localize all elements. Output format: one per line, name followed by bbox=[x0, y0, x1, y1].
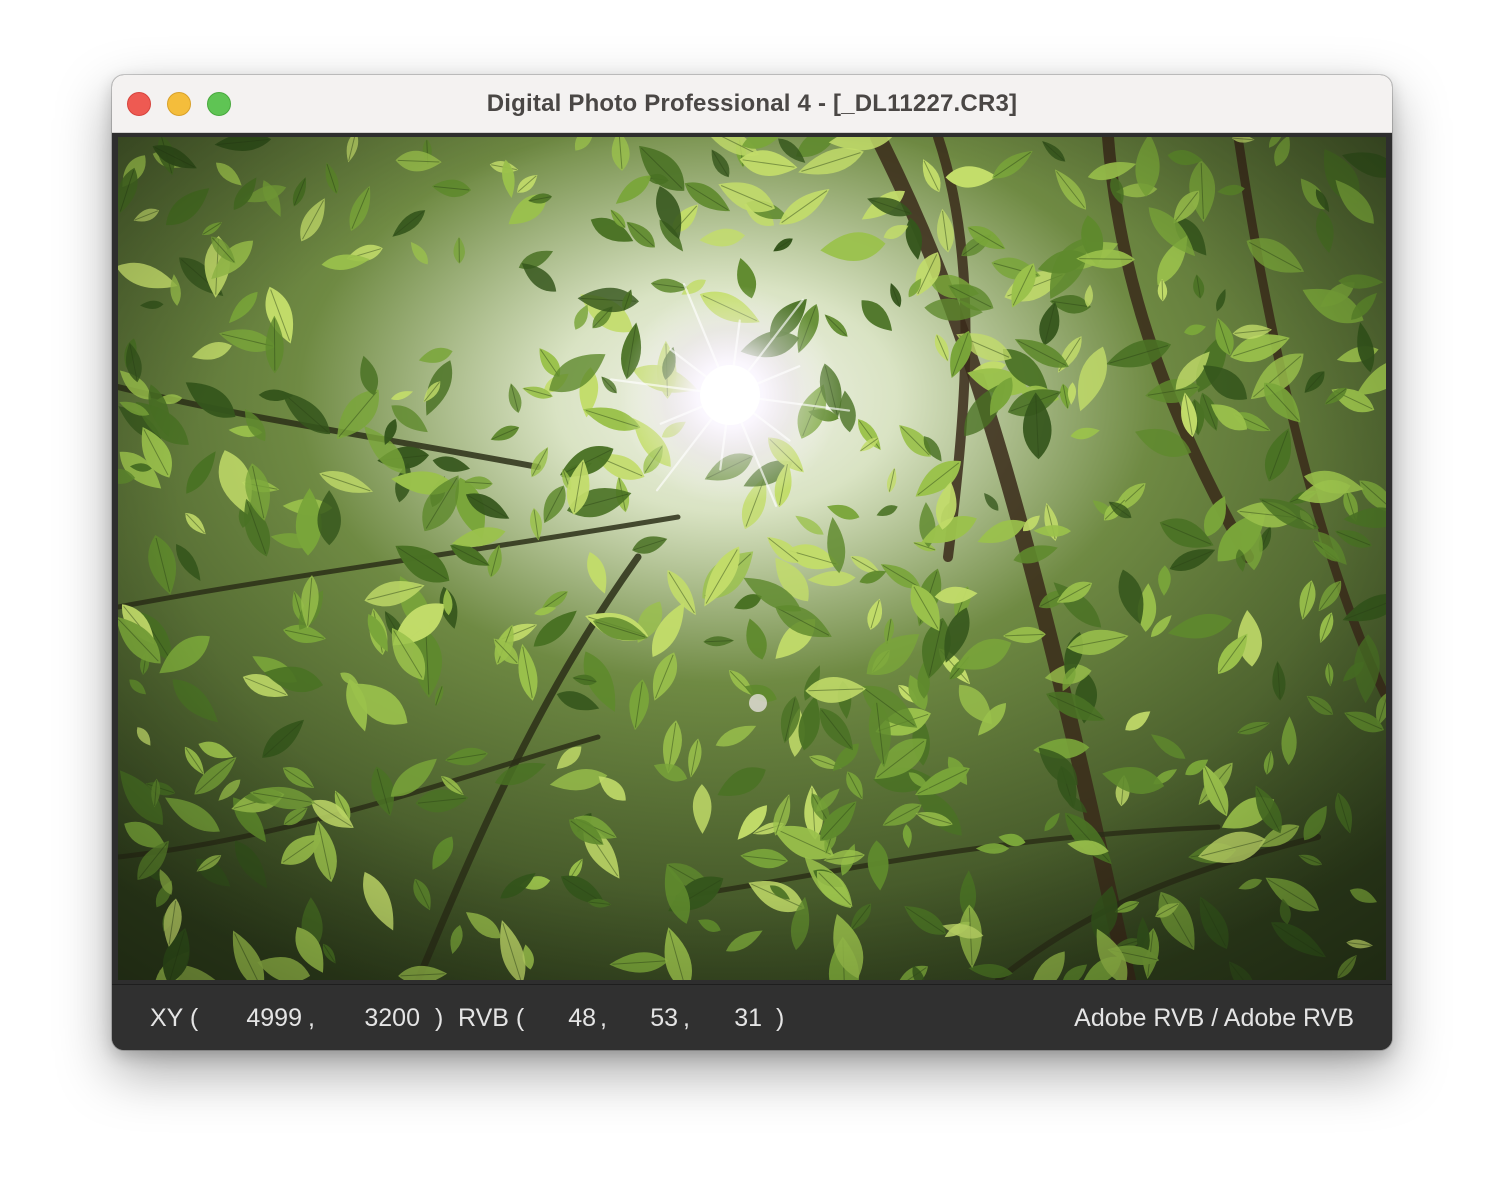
x-coordinate: 4999 bbox=[246, 1004, 302, 1032]
xy-label: XY ( bbox=[150, 1004, 199, 1032]
xy-separator: , bbox=[308, 1004, 315, 1032]
rgb-label: RVB ( bbox=[458, 1004, 525, 1032]
y-coordinate: 3200 bbox=[364, 1004, 420, 1032]
green-value: 53 bbox=[650, 1004, 678, 1032]
blue-value: 31 bbox=[734, 1004, 762, 1032]
color-space-label: Adobe RVB / Adobe RVB bbox=[1074, 1004, 1354, 1032]
image-viewer[interactable] bbox=[112, 133, 1392, 984]
title-bar[interactable]: Digital Photo Professional 4 - [_DL11227… bbox=[112, 75, 1392, 133]
rgb-separator-2: , bbox=[683, 1004, 690, 1032]
app-window: Digital Photo Professional 4 - [_DL11227… bbox=[112, 75, 1392, 1050]
rgb-close-paren: ) bbox=[776, 1004, 785, 1032]
red-value: 48 bbox=[568, 1004, 596, 1032]
photo-preview[interactable] bbox=[118, 137, 1386, 980]
status-bar: XY ( 4999 , 3200 ) RVB ( 48 , 53 , 31 ) … bbox=[112, 984, 1392, 1050]
xy-close-paren: ) bbox=[435, 1004, 444, 1032]
rgb-separator-1: , bbox=[600, 1004, 607, 1032]
window-title: Digital Photo Professional 4 - [_DL11227… bbox=[486, 90, 1018, 117]
photo-image bbox=[118, 137, 1386, 980]
